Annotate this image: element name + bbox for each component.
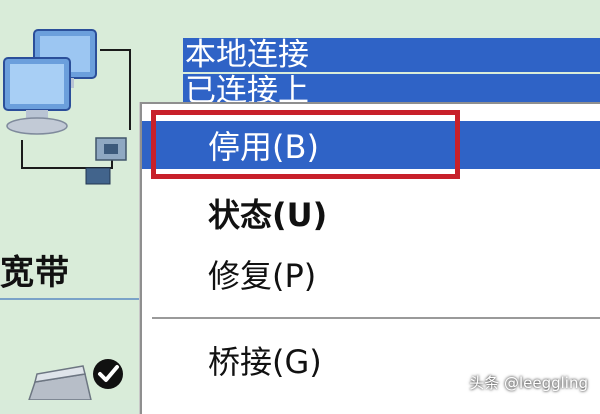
menu-item-disable[interactable]: 停用(B) [142,121,600,169]
menu-item-label: 状态(U) [208,196,328,234]
broadband-connection-icon[interactable] [25,352,135,401]
watermark: 头条 @leeggling [469,374,588,392]
checkmark-icon [93,359,123,389]
broadband-section-title: 宽带 [0,253,70,293]
section-divider [0,298,142,300]
menu-item-label: 桥接(G) [208,343,322,381]
menu-item-repair[interactable]: 修复(P) [142,250,600,298]
context-menu: 停用(B) 状态(U) 修复(P) 桥接(G) [140,102,600,414]
connection-name: 本地连接 [183,38,600,72]
connection-label[interactable]: 本地连接 已连接上 [183,38,600,106]
menu-separator [152,317,600,319]
network-connection-icon[interactable] [0,10,150,190]
menu-item-status[interactable]: 状态(U) [142,189,600,237]
menu-item-label: 停用(B) [208,128,319,166]
menu-item-label: 修复(P) [208,257,317,295]
